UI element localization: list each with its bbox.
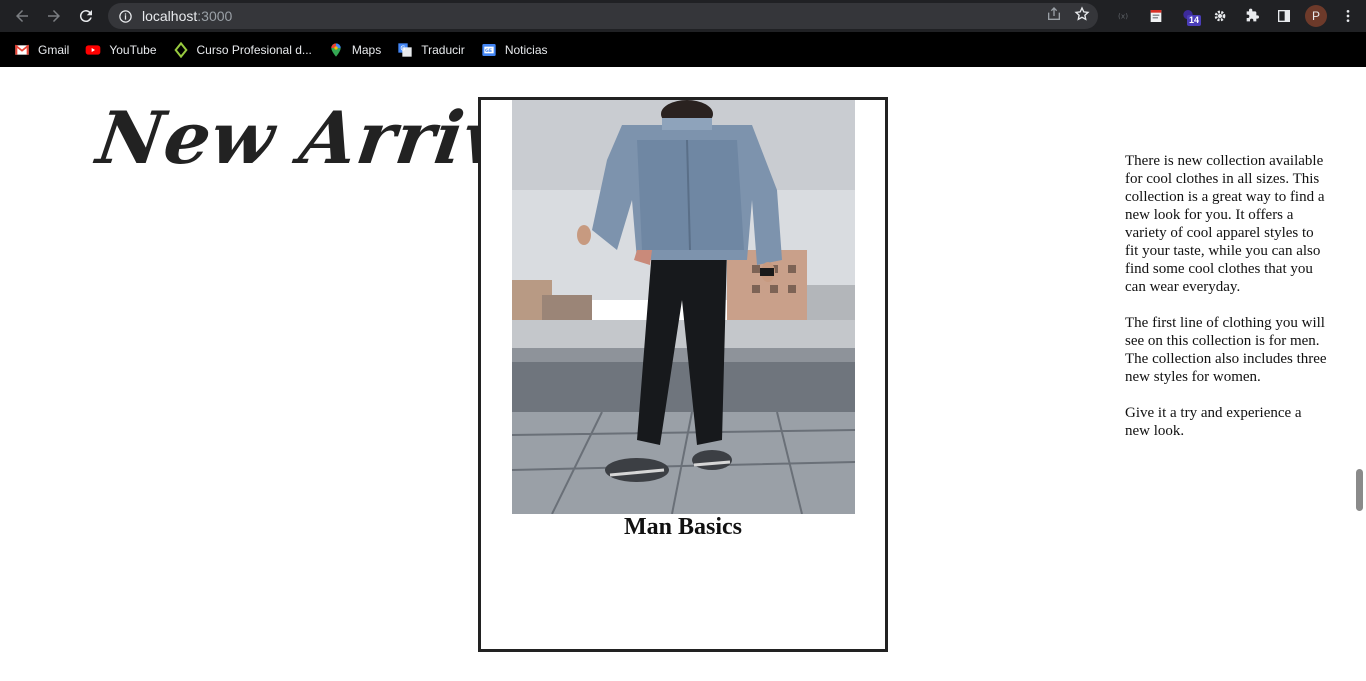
- bookmark-label: Traducir: [421, 42, 465, 57]
- course-icon: [173, 41, 189, 58]
- bookmarks-bar: Gmail YouTube Curso Profesional d... Map…: [0, 32, 1366, 67]
- forward-arrow-icon: [48, 10, 60, 22]
- url-host: localhost: [142, 8, 198, 24]
- reload-icon: [79, 10, 92, 23]
- share-icon[interactable]: [1046, 6, 1062, 22]
- bookmark-star-icon[interactable]: [1074, 6, 1090, 22]
- kebab-menu-icon: [1346, 10, 1350, 22]
- extension-badge-count: 14: [1187, 15, 1202, 26]
- bookmark-label: Maps: [351, 42, 382, 57]
- browser-toolbar: localhost:3000 (x) 14 P: [0, 0, 1366, 32]
- address-bar[interactable]: localhost:3000: [108, 3, 1098, 29]
- youtube-icon: [85, 42, 101, 58]
- notes-icon: [1150, 10, 1162, 22]
- svg-text:G: G: [401, 44, 406, 52]
- collection-description: There is new collection available for co…: [1125, 152, 1330, 458]
- svg-text:GE: GE: [485, 48, 492, 54]
- translate-icon: G: [397, 42, 413, 58]
- side-panel-icon: [1278, 10, 1290, 22]
- description-paragraph-1: There is new collection available for co…: [1125, 153, 1325, 295]
- site-info-icon[interactable]: [108, 9, 142, 24]
- extension-x-icon: (x): [1118, 12, 1128, 21]
- browser-menu-button[interactable]: [1332, 0, 1364, 32]
- extensions-menu-button[interactable]: [1236, 0, 1268, 32]
- forward-button[interactable]: [38, 0, 70, 32]
- puzzle-icon: [1246, 8, 1259, 22]
- extension-badge-button[interactable]: 14: [1172, 0, 1204, 32]
- gear-icon: [1214, 10, 1226, 22]
- url-text: localhost:3000: [142, 8, 232, 24]
- back-arrow-icon: [16, 10, 28, 22]
- bookmark-label: Gmail: [38, 42, 70, 57]
- product-photo: [512, 100, 855, 514]
- bookmark-news[interactable]: GE Noticias: [481, 36, 556, 64]
- url-port: :3000: [197, 8, 233, 24]
- description-paragraph-3: Give it a try and experience a new look.: [1125, 405, 1302, 439]
- bookmark-label: YouTube: [109, 42, 157, 57]
- extension-notes-button[interactable]: [1140, 0, 1172, 32]
- extension-x-button[interactable]: (x): [1108, 0, 1140, 32]
- bookmark-gmail[interactable]: Gmail: [14, 36, 77, 64]
- svg-text:(x): (x): [1118, 12, 1128, 21]
- bookmark-youtube[interactable]: YouTube: [85, 36, 164, 64]
- page-viewport: New Arrival Man Basics There is new coll…: [0, 67, 1366, 681]
- product-card[interactable]: Man Basics: [478, 97, 888, 652]
- bookmark-translate[interactable]: G Traducir: [397, 36, 473, 64]
- maps-icon: [328, 42, 344, 58]
- scrollbar-thumb[interactable]: [1356, 469, 1363, 511]
- bookmark-maps[interactable]: Maps: [328, 36, 389, 64]
- card-caption: Man Basics: [623, 514, 742, 540]
- news-icon: GE: [481, 42, 497, 58]
- bookmark-course[interactable]: Curso Profesional d...: [173, 36, 320, 64]
- side-panel-button[interactable]: [1268, 0, 1300, 32]
- bookmark-label: Noticias: [504, 42, 548, 57]
- description-paragraph-2: The first line of clothing you will see …: [1125, 315, 1327, 385]
- extension-settings-button[interactable]: [1204, 0, 1236, 32]
- bookmark-label: Curso Profesional d...: [196, 42, 312, 57]
- reload-button[interactable]: [70, 0, 102, 32]
- gmail-icon: [14, 42, 30, 58]
- avatar: P: [1305, 5, 1327, 27]
- back-button[interactable]: [6, 0, 38, 32]
- profile-button[interactable]: P: [1300, 0, 1332, 32]
